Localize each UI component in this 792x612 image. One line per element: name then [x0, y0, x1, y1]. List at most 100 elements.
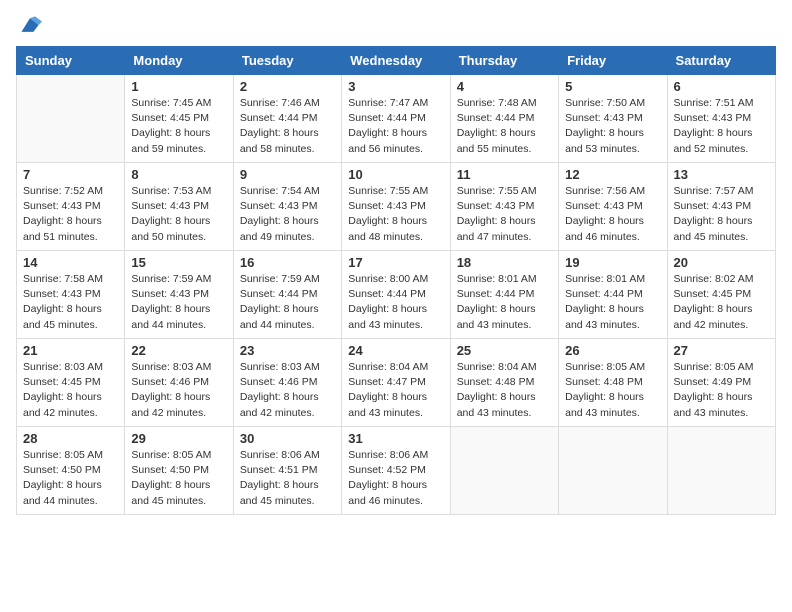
day-number: 30 — [240, 431, 335, 446]
day-info: Sunrise: 8:06 AM Sunset: 4:51 PM Dayligh… — [240, 448, 335, 509]
day-info: Sunrise: 7:54 AM Sunset: 4:43 PM Dayligh… — [240, 184, 335, 245]
calendar-cell: 1 Sunrise: 7:45 AM Sunset: 4:45 PM Daylig… — [125, 75, 233, 163]
day-info: Sunrise: 8:05 AM Sunset: 4:50 PM Dayligh… — [23, 448, 118, 509]
calendar-cell: 5 Sunrise: 7:50 AM Sunset: 4:43 PM Daylig… — [559, 75, 667, 163]
day-info: Sunrise: 7:48 AM Sunset: 4:44 PM Dayligh… — [457, 96, 552, 157]
day-number: 5 — [565, 79, 660, 94]
calendar-cell: 26 Sunrise: 8:05 AM Sunset: 4:48 PM Dayli… — [559, 339, 667, 427]
day-info: Sunrise: 7:57 AM Sunset: 4:43 PM Dayligh… — [674, 184, 769, 245]
day-info: Sunrise: 8:04 AM Sunset: 4:47 PM Dayligh… — [348, 360, 443, 421]
weekday-header-row: SundayMondayTuesdayWednesdayThursdayFrid… — [17, 47, 776, 75]
day-number: 22 — [131, 343, 226, 358]
day-info: Sunrise: 7:52 AM Sunset: 4:43 PM Dayligh… — [23, 184, 118, 245]
day-number: 27 — [674, 343, 769, 358]
day-number: 4 — [457, 79, 552, 94]
day-info: Sunrise: 7:55 AM Sunset: 4:43 PM Dayligh… — [348, 184, 443, 245]
day-info: Sunrise: 8:03 AM Sunset: 4:46 PM Dayligh… — [131, 360, 226, 421]
calendar-cell: 15 Sunrise: 7:59 AM Sunset: 4:43 PM Dayli… — [125, 251, 233, 339]
day-info: Sunrise: 8:04 AM Sunset: 4:48 PM Dayligh… — [457, 360, 552, 421]
weekday-header-tuesday: Tuesday — [233, 47, 341, 75]
week-row-2: 7 Sunrise: 7:52 AM Sunset: 4:43 PM Daylig… — [17, 163, 776, 251]
week-row-1: 1 Sunrise: 7:45 AM Sunset: 4:45 PM Daylig… — [17, 75, 776, 163]
calendar-cell — [667, 427, 775, 515]
day-number: 26 — [565, 343, 660, 358]
day-info: Sunrise: 8:06 AM Sunset: 4:52 PM Dayligh… — [348, 448, 443, 509]
calendar-cell: 17 Sunrise: 8:00 AM Sunset: 4:44 PM Dayli… — [342, 251, 450, 339]
day-info: Sunrise: 7:51 AM Sunset: 4:43 PM Dayligh… — [674, 96, 769, 157]
day-number: 3 — [348, 79, 443, 94]
weekday-header-friday: Friday — [559, 47, 667, 75]
day-info: Sunrise: 7:55 AM Sunset: 4:43 PM Dayligh… — [457, 184, 552, 245]
weekday-header-saturday: Saturday — [667, 47, 775, 75]
calendar-cell: 8Sunrise: 7:53 AM Sunset: 4:43 PM Daylig… — [125, 163, 233, 251]
calendar-cell: 31 Sunrise: 8:06 AM Sunset: 4:52 PM Dayli… — [342, 427, 450, 515]
day-info: Sunrise: 7:59 AM Sunset: 4:43 PM Dayligh… — [131, 272, 226, 333]
day-number: 20 — [674, 255, 769, 270]
day-number: 21 — [23, 343, 118, 358]
day-number: 14 — [23, 255, 118, 270]
weekday-header-wednesday: Wednesday — [342, 47, 450, 75]
day-info: Sunrise: 8:01 AM Sunset: 4:44 PM Dayligh… — [565, 272, 660, 333]
day-info: Sunrise: 7:50 AM Sunset: 4:43 PM Dayligh… — [565, 96, 660, 157]
calendar-cell: 7 Sunrise: 7:52 AM Sunset: 4:43 PM Daylig… — [17, 163, 125, 251]
calendar-cell — [559, 427, 667, 515]
calendar-cell: 16 Sunrise: 7:59 AM Sunset: 4:44 PM Dayli… — [233, 251, 341, 339]
calendar-cell: 2Sunrise: 7:46 AM Sunset: 4:44 PM Daylig… — [233, 75, 341, 163]
day-info: Sunrise: 8:05 AM Sunset: 4:50 PM Dayligh… — [131, 448, 226, 509]
week-row-3: 14 Sunrise: 7:58 AM Sunset: 4:43 PM Dayli… — [17, 251, 776, 339]
day-info: Sunrise: 7:56 AM Sunset: 4:43 PM Dayligh… — [565, 184, 660, 245]
calendar-cell: 10Sunrise: 7:55 AM Sunset: 4:43 PM Dayli… — [342, 163, 450, 251]
weekday-header-thursday: Thursday — [450, 47, 558, 75]
day-number: 12 — [565, 167, 660, 182]
day-info: Sunrise: 7:53 AM Sunset: 4:43 PM Dayligh… — [131, 184, 226, 245]
calendar-cell: 22 Sunrise: 8:03 AM Sunset: 4:46 PM Dayli… — [125, 339, 233, 427]
day-info: Sunrise: 8:02 AM Sunset: 4:45 PM Dayligh… — [674, 272, 769, 333]
day-number: 9 — [240, 167, 335, 182]
day-info: Sunrise: 7:46 AM Sunset: 4:44 PM Dayligh… — [240, 96, 335, 157]
calendar-cell — [17, 75, 125, 163]
day-info: Sunrise: 8:00 AM Sunset: 4:44 PM Dayligh… — [348, 272, 443, 333]
day-number: 6 — [674, 79, 769, 94]
day-info: Sunrise: 8:05 AM Sunset: 4:49 PM Dayligh… — [674, 360, 769, 421]
calendar-cell: 23Sunrise: 8:03 AM Sunset: 4:46 PM Dayli… — [233, 339, 341, 427]
calendar-cell: 14 Sunrise: 7:58 AM Sunset: 4:43 PM Dayli… — [17, 251, 125, 339]
day-info: Sunrise: 7:59 AM Sunset: 4:44 PM Dayligh… — [240, 272, 335, 333]
calendar-cell: 6 Sunrise: 7:51 AM Sunset: 4:43 PM Daylig… — [667, 75, 775, 163]
calendar-cell: 29 Sunrise: 8:05 AM Sunset: 4:50 PM Dayli… — [125, 427, 233, 515]
week-row-4: 21Sunrise: 8:03 AM Sunset: 4:45 PM Dayli… — [17, 339, 776, 427]
calendar-cell: 25 Sunrise: 8:04 AM Sunset: 4:48 PM Dayli… — [450, 339, 558, 427]
day-number: 18 — [457, 255, 552, 270]
day-number: 31 — [348, 431, 443, 446]
week-row-5: 28 Sunrise: 8:05 AM Sunset: 4:50 PM Dayli… — [17, 427, 776, 515]
day-info: Sunrise: 7:58 AM Sunset: 4:43 PM Dayligh… — [23, 272, 118, 333]
day-number: 11 — [457, 167, 552, 182]
day-number: 24 — [348, 343, 443, 358]
day-number: 15 — [131, 255, 226, 270]
calendar-cell: 9 Sunrise: 7:54 AM Sunset: 4:43 PM Daylig… — [233, 163, 341, 251]
calendar-cell: 20 Sunrise: 8:02 AM Sunset: 4:45 PM Dayli… — [667, 251, 775, 339]
day-number: 1 — [131, 79, 226, 94]
day-number: 17 — [348, 255, 443, 270]
calendar-cell: 24 Sunrise: 8:04 AM Sunset: 4:47 PM Dayli… — [342, 339, 450, 427]
day-number: 7 — [23, 167, 118, 182]
day-number: 29 — [131, 431, 226, 446]
logo — [16, 16, 42, 34]
page-header — [16, 16, 776, 34]
day-info: Sunrise: 8:05 AM Sunset: 4:48 PM Dayligh… — [565, 360, 660, 421]
calendar-table: SundayMondayTuesdayWednesdayThursdayFrid… — [16, 46, 776, 515]
calendar-cell: 13Sunrise: 7:57 AM Sunset: 4:43 PM Dayli… — [667, 163, 775, 251]
logo-icon — [18, 16, 42, 34]
calendar-cell: 3 Sunrise: 7:47 AM Sunset: 4:44 PM Daylig… — [342, 75, 450, 163]
calendar-cell: 30 Sunrise: 8:06 AM Sunset: 4:51 PM Dayli… — [233, 427, 341, 515]
day-number: 28 — [23, 431, 118, 446]
calendar-cell: 4 Sunrise: 7:48 AM Sunset: 4:44 PM Daylig… — [450, 75, 558, 163]
day-info: Sunrise: 7:47 AM Sunset: 4:44 PM Dayligh… — [348, 96, 443, 157]
day-info: Sunrise: 7:45 AM Sunset: 4:45 PM Dayligh… — [131, 96, 226, 157]
calendar-cell: 18Sunrise: 8:01 AM Sunset: 4:44 PM Dayli… — [450, 251, 558, 339]
weekday-header-monday: Monday — [125, 47, 233, 75]
calendar-cell: 21Sunrise: 8:03 AM Sunset: 4:45 PM Dayli… — [17, 339, 125, 427]
calendar-cell: 12 Sunrise: 7:56 AM Sunset: 4:43 PM Dayli… — [559, 163, 667, 251]
day-number: 16 — [240, 255, 335, 270]
day-number: 25 — [457, 343, 552, 358]
calendar-cell — [450, 427, 558, 515]
